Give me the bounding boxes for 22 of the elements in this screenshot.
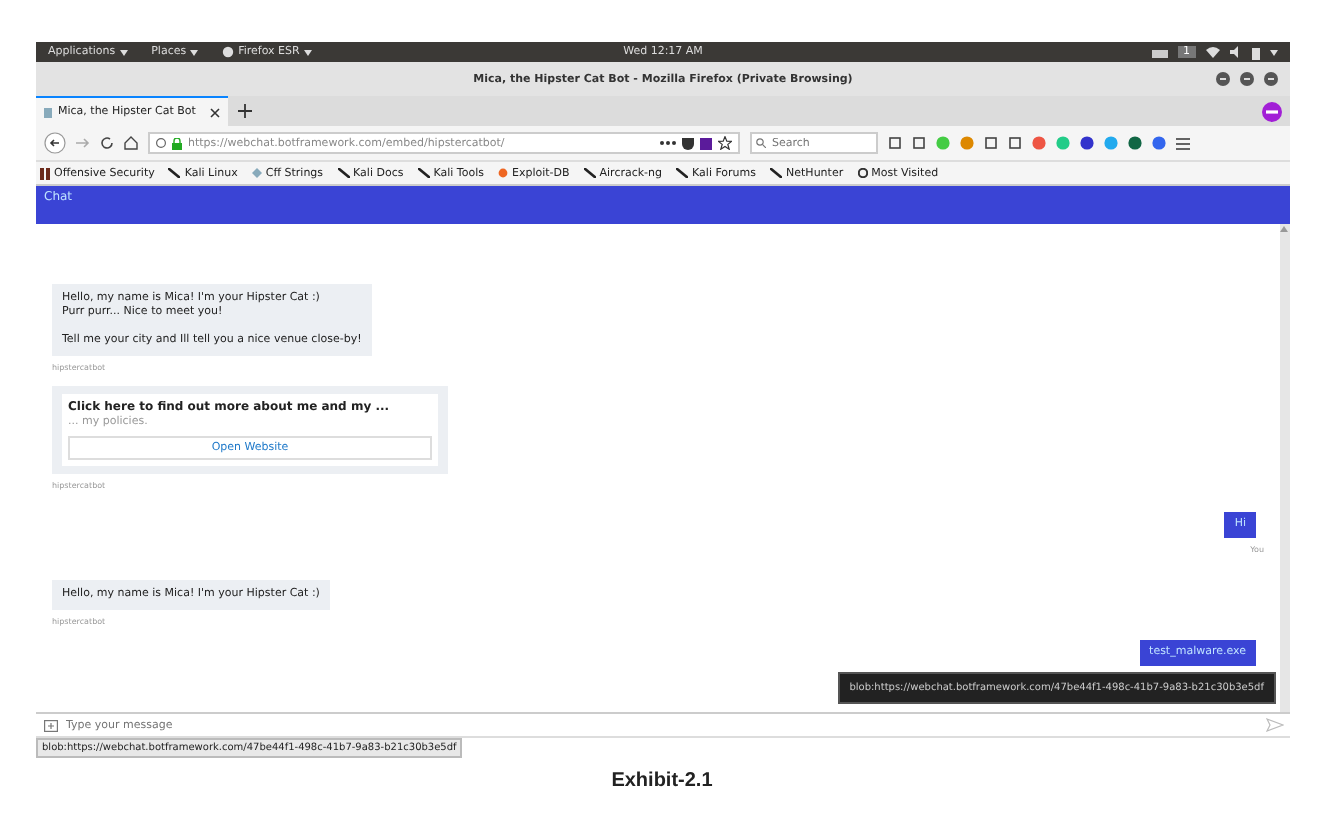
figure-caption: Exhibit-2.1 (609, 770, 715, 792)
lock-icon (172, 137, 182, 149)
back-icon[interactable] (44, 132, 66, 154)
star-icon[interactable] (718, 136, 732, 150)
reload-icon[interactable] (100, 136, 114, 150)
new-tab-icon[interactable] (238, 104, 252, 118)
diamond-icon (251, 168, 262, 178)
upload-icon[interactable] (44, 719, 58, 731)
info-icon (156, 138, 166, 148)
square-icon[interactable] (700, 137, 712, 149)
caret-icon (303, 49, 312, 55)
caret-icon (1270, 49, 1279, 55)
wifi-icon (1206, 46, 1221, 58)
caret-icon (190, 49, 199, 55)
volume-icon (1230, 46, 1243, 58)
menu-icon[interactable] (1176, 137, 1190, 149)
bars-icon (40, 167, 50, 179)
minimize-icon[interactable] (1216, 72, 1230, 86)
caret-icon (119, 49, 128, 55)
page-icon (44, 107, 52, 117)
more-icon[interactable] (660, 140, 676, 146)
home-icon[interactable] (124, 136, 138, 150)
